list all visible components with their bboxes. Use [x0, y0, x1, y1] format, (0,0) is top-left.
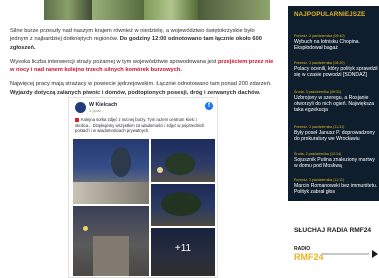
most-popular-item[interactable]: Poniedz. 3 października (09:40) Wybuch n…	[294, 34, 379, 51]
tree-canopy-shape	[161, 192, 201, 216]
storm-photo-thumb[interactable]	[44, 0, 92, 20]
most-popular-item[interactable]: Środa, 3 października (12:14) Sojusznik …	[294, 152, 379, 169]
radio-progress-bar[interactable]	[321, 253, 369, 255]
article-body: Silne burze przeszły nad naszym krajem r…	[10, 27, 274, 103]
street-shape	[93, 236, 129, 276]
most-popular-title: NAJPOPULARNIEJSZE	[294, 11, 366, 18]
storm-photo-thumb[interactable]	[144, 0, 198, 20]
paragraph-text: Najwięcej pracy mają strażacy w powiecie…	[10, 81, 272, 88]
item-headline[interactable]: Polacy ocenili, który polityk sprawdził …	[294, 66, 379, 79]
paragraph-bold: Wyjazdy dotyczą zalanych piwnic i domów,…	[10, 89, 261, 96]
fb-post-date[interactable]: 3 godz.	[89, 108, 102, 113]
facebook-icon[interactable]: f	[205, 102, 213, 110]
fb-photo[interactable]	[151, 139, 215, 182]
paragraph-text: Wysoka liczba interwencji straży pożarne…	[10, 58, 218, 65]
fb-photo[interactable]	[73, 206, 149, 276]
radio-logo-rmf: RMF	[294, 252, 314, 262]
storm-photo-thumb[interactable]	[92, 0, 144, 20]
article-paragraph: Wysoka liczba interwencji straży pożarne…	[10, 58, 274, 75]
radio-section-title: SŁUCHAJ RADIA RMF24	[294, 227, 372, 234]
fb-photo[interactable]	[151, 184, 215, 226]
item-headline[interactable]: Uzbrojony w szeregu, a Rosjanie otworzyl…	[294, 95, 379, 114]
most-popular-item[interactable]: Poniedz. 3 października (11:31) Były pos…	[294, 125, 379, 142]
more-photos-count[interactable]: +11	[151, 243, 215, 254]
fb-post-header: W Kielcach 3 godz. f	[75, 102, 213, 116]
building-wall-shape	[73, 182, 149, 204]
most-popular-box: NAJPOPULARNIEJSZE Poniedz. 3 październik…	[288, 6, 379, 201]
right-sidebar: NAJPOPULARNIEJSZE Poniedz. 3 październik…	[288, 0, 379, 278]
most-popular-item[interactable]: Poniedz. 3 października (08:30) Polacy o…	[294, 61, 379, 78]
play-icon[interactable]	[372, 250, 378, 258]
fb-post-caption: Kolejna sorka zdjęć z nocnej burzy. Tym …	[75, 117, 205, 134]
street-light-shape	[83, 226, 88, 231]
page-avatar[interactable]	[75, 102, 86, 113]
fb-photo[interactable]	[73, 139, 149, 204]
fallen-tree-shape	[111, 147, 131, 177]
facebook-embed[interactable]: W Kielcach 3 godz. f Kolejna sorka zdjęć…	[68, 97, 218, 278]
most-popular-item[interactable]: Środa, 3 października (09:31) Uzbrojony …	[294, 90, 379, 113]
tree-canopy-shape	[165, 153, 195, 175]
fb-photo-more[interactable]: +11	[151, 228, 215, 276]
item-headline[interactable]: Marcin Romanowski bez immunitetu. Polity…	[294, 183, 379, 196]
item-headline[interactable]: Wybuch na lotnisku Chopina. Ekspłodował …	[294, 39, 379, 52]
top-image-strip	[0, 0, 270, 20]
rmf24-logo[interactable]: RADIO RMF24	[294, 246, 324, 272]
street-light-shape	[157, 167, 163, 173]
strip-spacer	[0, 0, 44, 20]
most-popular-item[interactable]: Poniedz. 3 października (11:11) Marcin R…	[294, 178, 379, 195]
fb-post-text: Kolejna sorka zdjęć z nocnej burzy. Tym …	[75, 117, 213, 134]
stop-sign-icon	[75, 117, 79, 122]
item-headline[interactable]: Były poseł Janusz P. doprowadzony do pro…	[294, 130, 379, 143]
item-headline[interactable]: Sojusznik Putina znaleziony martwy w dom…	[294, 157, 379, 170]
article-paragraph: Najwięcej pracy mają strażacy w powiecie…	[10, 80, 274, 97]
radio-logo-line2: RMF24	[294, 252, 324, 262]
article-paragraph: Silne burze przeszły nad naszym krajem r…	[10, 27, 274, 52]
storm-photo-thumb[interactable]	[198, 0, 270, 20]
